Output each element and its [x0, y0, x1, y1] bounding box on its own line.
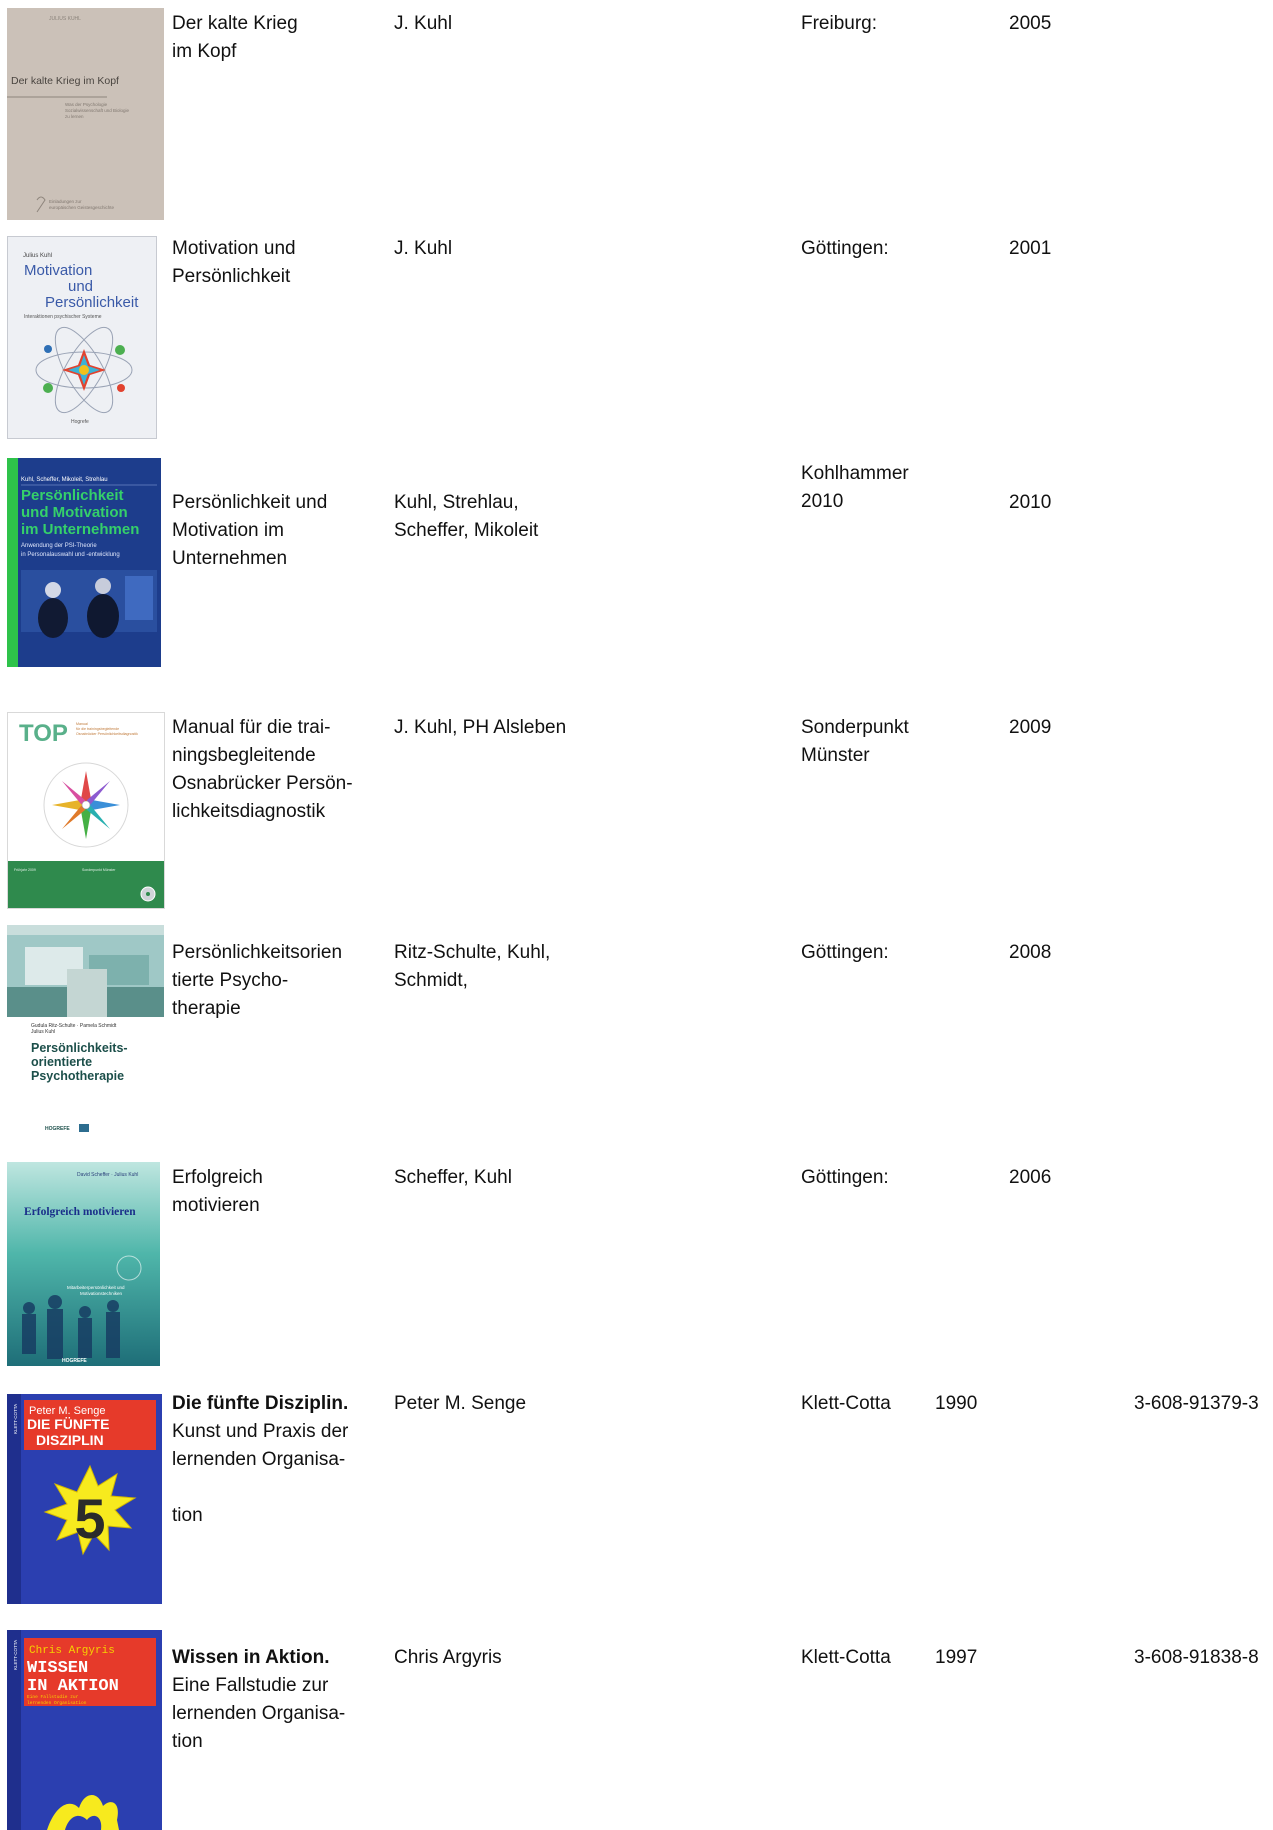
svg-text:David Scheffer · Julius Kuhl: David Scheffer · Julius Kuhl [77, 1172, 138, 1178]
book-authors: J. Kuhl [394, 13, 453, 34]
svg-text:Sozialwissenschaft und Biologi: Sozialwissenschaft und Biologie [65, 108, 130, 113]
book-publisher: Göttingen: [801, 942, 889, 963]
book-publisher: Göttingen: [801, 1167, 889, 1188]
book-year: 1997 [935, 1647, 978, 1668]
book-authors: Kuhl, Strehlau, Scheffer, Mikoleit [394, 492, 539, 541]
title-bold: Die fünfte Disziplin. [172, 1393, 349, 1414]
svg-text:Interaktionen psychischer Syst: Interaktionen psychischer Systeme [24, 314, 102, 320]
svg-text:Persönlichkeit: Persönlichkeit [45, 294, 139, 311]
title-line: im Kopf [172, 41, 237, 62]
svg-text:TOP: TOP [19, 720, 68, 747]
svg-text:Motivationstechniken: Motivationstechniken [80, 1291, 123, 1296]
book-publisher: Klett-Cotta [801, 1393, 891, 1414]
svg-text:KLETT-COTTA: KLETT-COTTA [13, 1404, 18, 1434]
book-cover-image: Gudula Ritz-Schulte · Pamela Schmidt Jul… [7, 925, 164, 1135]
svg-text:Sonderpunkt Münster: Sonderpunkt Münster [82, 868, 116, 872]
svg-text:und: und [68, 278, 93, 295]
svg-text:für die trainingsbegleitende: für die trainingsbegleitende [76, 727, 119, 731]
book-cover-image: David Scheffer · Julius Kuhl Erfolgreich… [7, 1162, 160, 1366]
svg-text:in Personalauswahl und -entwic: in Personalauswahl und -entwicklung [21, 552, 120, 558]
book-cover-image: KLETT-COTTA Chris Argyris WISSEN IN AKTI… [7, 1630, 162, 1830]
book-cover-image: TOP Manual für die trainingsbegleitende … [7, 712, 165, 909]
book-title: Erfolgreich motivieren [172, 1167, 263, 1216]
book-year: 2009 [1009, 717, 1052, 738]
svg-text:Der kalte Krieg im Kopf: Der kalte Krieg im Kopf [11, 75, 119, 87]
svg-text:Anwendung der PSI-Theorie: Anwendung der PSI-Theorie [21, 543, 97, 549]
svg-text:HOGREFE: HOGREFE [62, 1358, 87, 1364]
svg-text:Manual: Manual [76, 722, 88, 726]
svg-text:Was der Psychologie: Was der Psychologie [65, 102, 108, 107]
book-title: Der kalte Krieg im Kopf [172, 10, 298, 66]
book-authors: Scheffer, Kuhl [394, 1167, 512, 1188]
book-authors: J. Kuhl, PH Alsleben [394, 717, 567, 738]
book-year: 2005 [1009, 13, 1052, 34]
book-authors: Ritz-Schulte, Kuhl, Schmidt, [394, 942, 551, 991]
svg-text:orientierte: orientierte [31, 1055, 92, 1069]
svg-text:5: 5 [74, 1487, 105, 1550]
title-line: Der kalte Krieg [172, 13, 298, 34]
svg-text:KLETT-COTTA: KLETT-COTTA [13, 1640, 18, 1670]
svg-text:Psychotherapie: Psychotherapie [31, 1069, 124, 1083]
svg-text:Julius Kuhl: Julius Kuhl [23, 253, 52, 259]
book-cover-image: JULIUS KUHL Der kalte Krieg im Kopf Was … [7, 8, 164, 220]
book-title: Persönlichkeitsorien tierte Psycho- ther… [172, 942, 343, 1019]
svg-text:Osnabrücker Persönlichkeitsdia: Osnabrücker Persönlichkeitsdiagnostik [76, 732, 138, 736]
book-cover-image: Julius Kuhl Motivation und Persönlichkei… [7, 236, 157, 439]
svg-text:Frühjahr 2009: Frühjahr 2009 [14, 868, 36, 872]
book-isbn: 3-608-91838-8 [1134, 1647, 1259, 1668]
book-year: 1990 [935, 1393, 978, 1414]
title-bold: Wissen in Aktion. [172, 1647, 330, 1668]
svg-text:DISZIPLIN: DISZIPLIN [36, 1432, 104, 1448]
book-year: 2006 [1009, 1167, 1052, 1188]
svg-text:europäischen Geistesgeschichte: europäischen Geistesgeschichte [49, 205, 115, 210]
book-publisher: Göttingen: [801, 238, 889, 259]
svg-text:Mitarbeiterpersönlichkeit und: Mitarbeiterpersönlichkeit und [67, 1285, 125, 1290]
svg-text:Kuhl, Scheffer, Mikoleit, Stre: Kuhl, Scheffer, Mikoleit, Strehlau [21, 477, 108, 483]
book-cover-image: KLETT-COTTA Peter M. Senge DIE FÜNFTE DI… [7, 1394, 162, 1604]
svg-text:Eine Fallstudie zur: Eine Fallstudie zur [27, 1694, 79, 1700]
book-title: Wissen in Aktion. Eine Fallstudie zur le… [172, 1644, 345, 1756]
svg-text:Julius Kuhl: Julius Kuhl [31, 1029, 55, 1035]
book-isbn: 3-608-91379-3 [1134, 1393, 1259, 1414]
book-publisher: Sonderpunkt Münster [801, 717, 909, 766]
book-publisher: Kohlhammer 2010 [801, 463, 909, 512]
svg-text:IN AKTION: IN AKTION [27, 1677, 119, 1696]
svg-text:DIE FÜNFTE: DIE FÜNFTE [27, 1416, 109, 1432]
book-authors: Peter M. Senge [394, 1393, 527, 1414]
book-title: Motivation und Persönlichkeit [172, 238, 296, 287]
book-title: Manual für die trai- ningsbegleitende Os… [172, 717, 353, 822]
svg-text:Hogrefe: Hogrefe [71, 419, 89, 425]
svg-text:und Motivation: und Motivation [21, 504, 128, 521]
svg-text:Einladungen zur: Einladungen zur [49, 199, 82, 204]
svg-text:WISSEN: WISSEN [27, 1659, 88, 1678]
book-year: 2001 [1009, 238, 1052, 259]
svg-text:HOGREFE: HOGREFE [45, 1126, 70, 1132]
svg-text:lernenden Organisation: lernenden Organisation [27, 1700, 87, 1706]
book-title: Die fünfte Disziplin. Kunst und Praxis d… [172, 1390, 348, 1530]
book-year: 2008 [1009, 942, 1052, 963]
svg-text:im Unternehmen: im Unternehmen [21, 521, 139, 538]
svg-text:Chris Argyris: Chris Argyris [29, 1645, 115, 1657]
book-authors: J. Kuhl [394, 238, 453, 259]
book-title: Persönlichkeit und Motivation im Unterne… [172, 492, 328, 569]
book-publisher: Freiburg: [801, 13, 878, 34]
book-publisher: Klett-Cotta [801, 1647, 891, 1668]
svg-text:Persönlichkeits-: Persönlichkeits- [31, 1041, 128, 1055]
svg-text:Motivation: Motivation [24, 262, 92, 279]
book-authors: Chris Argyris [394, 1647, 502, 1668]
book-cover-image: Kuhl, Scheffer, Mikoleit, Strehlau Persö… [7, 458, 161, 667]
book-year: 2010 [1009, 492, 1052, 513]
svg-text:Persönlichkeit: Persönlichkeit [21, 487, 124, 504]
svg-text:JULIUS KUHL: JULIUS KUHL [49, 16, 81, 22]
svg-text:zu lernen: zu lernen [65, 114, 84, 119]
svg-text:Erfolgreich motivieren: Erfolgreich motivieren [24, 1206, 136, 1218]
